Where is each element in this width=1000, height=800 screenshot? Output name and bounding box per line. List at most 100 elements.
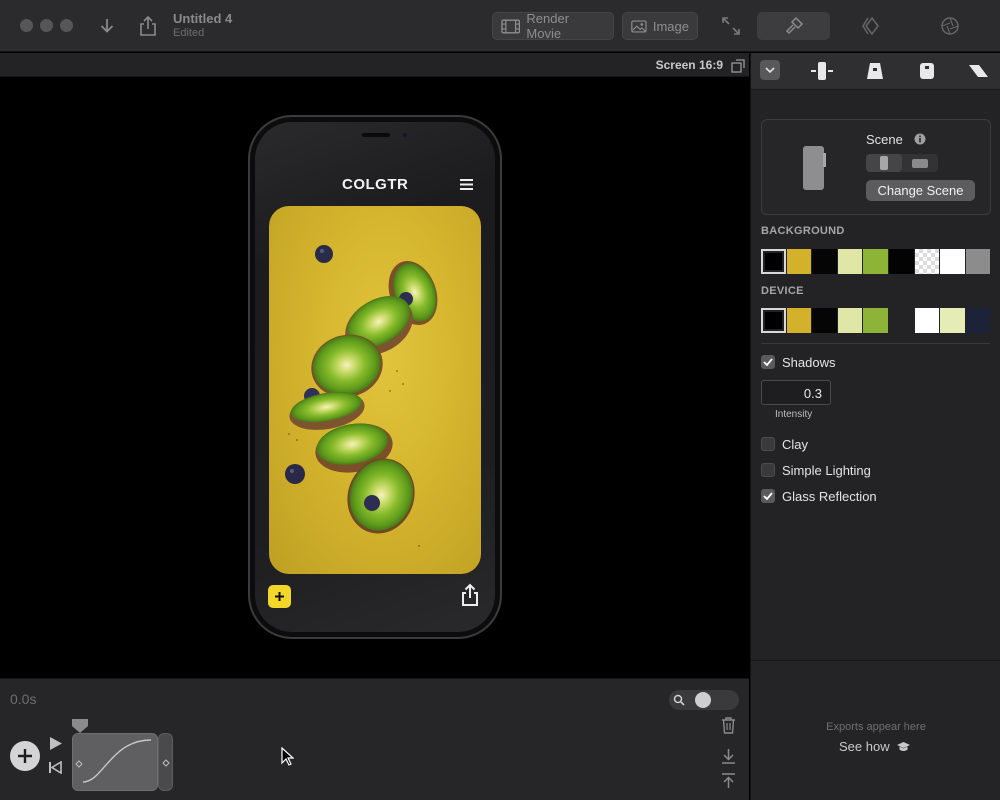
device-mockup[interactable]: COLGTR [248,115,502,639]
zoom-slider-knob[interactable] [695,692,711,708]
glass-reflection-checkbox[interactable] [761,489,775,503]
move-down-icon[interactable] [721,748,736,764]
background-swatch[interactable] [837,249,863,274]
glass-reflection-label: Glass Reflection [782,488,877,504]
background-swatch[interactable] [812,249,837,274]
tab-device-top[interactable] [914,60,940,82]
simple-lighting-label: Simple Lighting [782,462,871,478]
image-export-button[interactable]: Image [622,12,698,40]
tab-design[interactable] [757,12,830,40]
tab-device-angled[interactable] [862,60,888,82]
paintbrush-icon [785,16,803,35]
portrait-option[interactable] [866,154,902,172]
background-swatch[interactable] [914,249,940,274]
chevron-down-icon [765,66,775,73]
scene-orientation-toggle[interactable] [866,154,938,172]
inspector-tabs [751,53,1000,90]
share-icon[interactable] [135,13,161,39]
simple-lighting-option[interactable]: Simple Lighting [761,462,871,478]
plus-icon [18,749,32,763]
device-swatch[interactable] [940,308,965,333]
aperture-icon [940,17,959,35]
change-scene-button[interactable]: Change Scene [866,180,975,201]
aspect-ratio-label[interactable]: Screen 16:9 [656,58,723,72]
background-swatch[interactable] [888,249,914,274]
device-swatch[interactable] [786,308,812,333]
phone-speaker [362,133,390,137]
info-icon[interactable] [914,133,926,145]
exports-area: Exports appear here See how [751,660,1000,800]
trash-icon[interactable] [721,717,736,734]
cursor-pointer [281,747,294,766]
fullscreen-icon[interactable] [718,13,744,39]
see-how-link[interactable]: See how [839,739,911,754]
scene-label: Scene [866,132,903,147]
clay-label: Clay [782,436,809,452]
shadows-checkbox[interactable] [761,355,775,369]
background-swatch[interactable] [786,249,812,274]
intensity-label: Intensity [775,409,813,420]
keyframes-icon [861,16,879,36]
device-swatch[interactable] [761,308,786,333]
simple-lighting-checkbox[interactable] [761,463,775,477]
zoom-window-button[interactable] [60,19,73,32]
clay-option[interactable]: Clay [761,436,808,452]
aspect-ratio-icon[interactable] [731,59,745,73]
move-up-icon[interactable] [721,773,736,789]
device-section-title: DEVICE [761,285,804,297]
intensity-input[interactable]: 0.3 [761,380,831,405]
device-swatch[interactable] [965,308,991,333]
document-title: Untitled 4 [173,11,233,26]
clay-checkbox[interactable] [761,437,775,451]
device-flat-icon [969,65,988,77]
tab-camera[interactable] [913,12,986,40]
see-how-label: See how [839,739,890,754]
checkmark-icon [763,358,773,366]
shadows-label: Shadows [782,354,836,370]
timeline: 0.0s [0,678,749,800]
device-swatch[interactable] [837,308,863,333]
play-icon[interactable] [49,736,63,751]
close-window-button[interactable] [20,19,33,32]
landscape-option[interactable] [902,154,938,172]
background-swatch[interactable] [863,249,888,274]
device-thumbnail [803,146,826,190]
add-clip-button[interactable] [10,741,40,771]
playhead[interactable] [72,719,88,733]
animation-clip[interactable] [72,733,158,791]
device-front-icon [811,62,833,80]
film-icon [501,19,521,33]
scene-panel: Scene Change Scene [761,119,991,215]
background-swatch[interactable] [940,249,965,274]
shadows-option[interactable]: Shadows [761,354,835,370]
background-swatches [761,249,991,274]
tab-device-single[interactable] [809,60,835,82]
device-top-icon [920,63,934,79]
minimize-window-button[interactable] [40,19,53,32]
device-swatch[interactable] [863,308,888,333]
device-swatch[interactable] [888,308,914,333]
timeline-zoom-control[interactable] [669,690,739,710]
download-icon[interactable] [94,13,120,39]
canvas[interactable]: Screen 16:9 COLGTR [0,53,749,678]
image-label: Image [652,18,689,34]
tab-device-flat[interactable] [965,60,991,82]
background-swatch[interactable] [965,249,991,274]
plus-icon [275,592,284,601]
phone-camera [403,133,407,137]
glass-reflection-option[interactable]: Glass Reflection [761,488,877,504]
device-swatch[interactable] [914,308,940,333]
clip-end-handle[interactable] [158,733,173,791]
inspector-sidebar: Scene Change Scene BACKGROUND DEVICE Sha… [750,53,1000,800]
add-button[interactable] [268,585,291,608]
background-swatch[interactable] [761,249,786,274]
landscape-icon [912,158,928,168]
title-bar: Untitled 4 Edited Render Movie Image [0,0,1000,52]
magnifier-icon [673,694,685,706]
render-movie-button[interactable]: Render Movie [492,11,614,41]
app-logo: COLGTR [342,176,409,193]
tab-animation[interactable] [835,12,908,40]
collapse-dropdown[interactable] [760,60,780,80]
device-swatch[interactable] [812,308,837,333]
skip-to-start-icon[interactable] [48,761,62,774]
